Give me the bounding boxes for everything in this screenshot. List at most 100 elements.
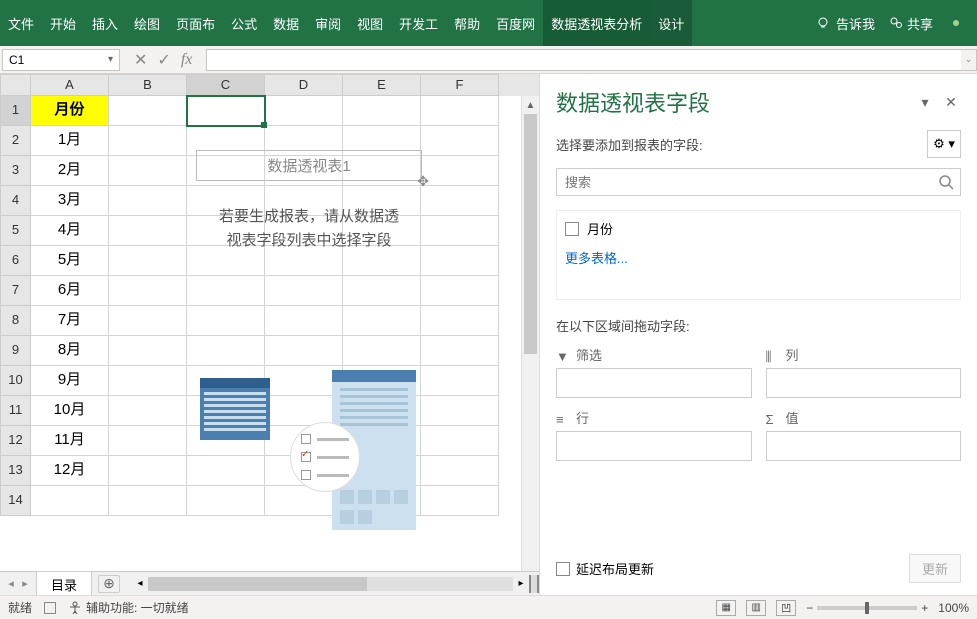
column-header[interactable]: C xyxy=(187,74,265,96)
page-break-view-icon[interactable]: 凹 xyxy=(776,600,796,616)
update-button[interactable]: 更新 xyxy=(909,554,961,583)
row-header[interactable]: 13 xyxy=(0,456,31,486)
zoom-out-icon[interactable]: − xyxy=(806,601,813,615)
cell[interactable] xyxy=(421,276,499,306)
share-button[interactable]: 共享 xyxy=(889,14,933,33)
zoom-slider[interactable]: − + xyxy=(806,601,928,615)
cell[interactable] xyxy=(109,366,187,396)
scroll-left-icon[interactable]: ◂ xyxy=(132,578,148,589)
cell[interactable] xyxy=(109,486,187,516)
cell[interactable]: 12月 xyxy=(31,456,109,486)
ribbon-tab[interactable]: 数据 xyxy=(265,0,307,46)
checkbox-icon[interactable] xyxy=(556,562,570,576)
ribbon-tab[interactable]: 百度网 xyxy=(488,0,543,46)
column-header[interactable]: F xyxy=(421,74,499,96)
cell[interactable]: 2月 xyxy=(31,156,109,186)
close-icon[interactable]: ✕ xyxy=(941,94,961,111)
column-header[interactable]: B xyxy=(109,74,187,96)
area-values[interactable]: Σ值 xyxy=(766,408,962,461)
ribbon-tab[interactable]: 开发工 xyxy=(391,0,446,46)
formula-input[interactable] xyxy=(206,49,961,71)
cell[interactable] xyxy=(421,126,499,156)
pane-menu-icon[interactable]: ▾ xyxy=(915,94,935,111)
cell[interactable] xyxy=(421,96,499,126)
ribbon-tab[interactable]: 视图 xyxy=(349,0,391,46)
area-rows[interactable]: ≡行 xyxy=(556,408,752,461)
scroll-up-icon[interactable]: ▲ xyxy=(522,96,539,114)
cell[interactable] xyxy=(109,306,187,336)
normal-view-icon[interactable]: ▦ xyxy=(716,600,736,616)
ribbon-tab[interactable]: 文件 xyxy=(0,0,42,46)
row-header[interactable]: 4 xyxy=(0,186,31,216)
cell[interactable] xyxy=(31,486,109,516)
chevron-down-icon[interactable]: ▾ xyxy=(108,54,113,65)
record-macro-icon[interactable] xyxy=(44,602,56,614)
row-header[interactable]: 8 xyxy=(0,306,31,336)
row-header[interactable]: 1 xyxy=(0,96,31,126)
row-header[interactable]: 2 xyxy=(0,126,31,156)
confirm-icon[interactable]: ✓ xyxy=(157,50,170,70)
cell[interactable]: 8月 xyxy=(31,336,109,366)
cell[interactable]: 5月 xyxy=(31,246,109,276)
grid[interactable]: ABCDEF 1月份21月32月43月54月65月76月87月98月109月11… xyxy=(0,74,539,571)
cell[interactable] xyxy=(109,156,187,186)
cell[interactable]: 9月 xyxy=(31,366,109,396)
row-header[interactable]: 12 xyxy=(0,426,31,456)
cell[interactable] xyxy=(187,96,265,126)
cell[interactable]: 1月 xyxy=(31,126,109,156)
ribbon-tab[interactable]: 审阅 xyxy=(307,0,349,46)
area-columns[interactable]: ⫼列 xyxy=(766,345,962,398)
cell[interactable] xyxy=(421,426,499,456)
cell[interactable]: 6月 xyxy=(31,276,109,306)
row-header[interactable]: 6 xyxy=(0,246,31,276)
cell[interactable] xyxy=(109,246,187,276)
tell-me[interactable]: 告诉我 xyxy=(816,14,875,33)
cell[interactable]: 10月 xyxy=(31,396,109,426)
row-header[interactable]: 5 xyxy=(0,216,31,246)
cell[interactable] xyxy=(187,276,265,306)
cell[interactable] xyxy=(265,336,343,366)
ribbon-tab[interactable]: 绘图 xyxy=(126,0,168,46)
row-header[interactable]: 3 xyxy=(0,156,31,186)
search-input[interactable] xyxy=(556,168,961,196)
ribbon-tab[interactable]: 公式 xyxy=(223,0,265,46)
cell[interactable] xyxy=(187,306,265,336)
defer-layout-checkbox[interactable]: 延迟布局更新 xyxy=(556,559,654,578)
page-layout-view-icon[interactable]: ▥ xyxy=(746,600,766,616)
row-header[interactable]: 7 xyxy=(0,276,31,306)
cell[interactable] xyxy=(109,456,187,486)
cell[interactable] xyxy=(421,156,499,186)
column-header[interactable]: A xyxy=(31,74,109,96)
tab-nav-next-icon[interactable]: ▸ xyxy=(18,577,32,590)
fx-icon[interactable]: fx xyxy=(181,51,193,69)
checkbox-icon[interactable] xyxy=(565,222,579,236)
cell[interactable] xyxy=(109,336,187,366)
cell[interactable] xyxy=(265,96,343,126)
scroll-right-icon[interactable]: ▸ xyxy=(513,578,529,589)
row-header[interactable]: 10 xyxy=(0,366,31,396)
split-handle-icon[interactable] xyxy=(529,575,539,593)
formula-expand-icon[interactable]: ⌄ xyxy=(961,49,977,71)
ribbon-tab[interactable]: 帮助 xyxy=(446,0,488,46)
gear-icon[interactable]: ⚙ ▾ xyxy=(927,130,961,158)
cell[interactable] xyxy=(109,276,187,306)
cell[interactable] xyxy=(109,216,187,246)
ribbon-tab[interactable]: 数据透视表分析 xyxy=(543,0,650,46)
accessibility-status[interactable]: 辅助功能: 一切就绪 xyxy=(68,599,189,616)
cell[interactable] xyxy=(421,306,499,336)
field-item[interactable]: 月份 xyxy=(565,219,952,238)
vertical-scrollbar[interactable]: ▲ xyxy=(521,96,539,571)
cell[interactable] xyxy=(421,336,499,366)
sheet-tab-active[interactable]: 目录 xyxy=(36,571,92,596)
scroll-thumb[interactable] xyxy=(524,114,537,354)
row-header[interactable]: 11 xyxy=(0,396,31,426)
add-sheet-button[interactable]: ⊕ xyxy=(98,575,120,593)
ribbon-tab[interactable]: 开始 xyxy=(42,0,84,46)
cell[interactable] xyxy=(343,96,421,126)
cell[interactable] xyxy=(343,276,421,306)
cell[interactable] xyxy=(421,366,499,396)
cell[interactable]: 月份 xyxy=(31,96,109,126)
zoom-in-icon[interactable]: + xyxy=(921,601,928,615)
cell[interactable] xyxy=(421,456,499,486)
area-filter[interactable]: ▼筛选 xyxy=(556,345,752,398)
